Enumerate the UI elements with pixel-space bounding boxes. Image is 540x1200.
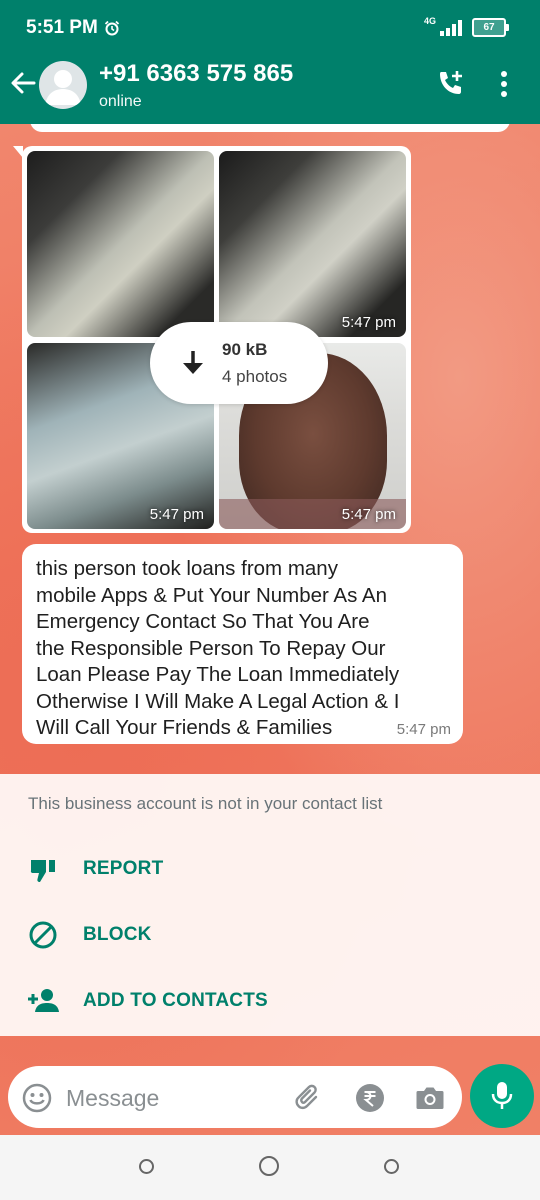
more-options-icon[interactable] — [500, 70, 508, 98]
contact-name[interactable]: +91 6363 575 865 — [99, 60, 293, 88]
thumbs-down-icon — [30, 860, 55, 882]
chat-area[interactable]: 5:47 pm 5:47 pm 5:47 pm 90 kB 4 photos t… — [0, 124, 540, 1135]
download-icon — [183, 351, 203, 374]
microphone-icon — [491, 1082, 513, 1109]
status-bar-indicators: 4G 67 — [423, 15, 509, 37]
previous-message-bubble — [30, 124, 510, 132]
block-label: BLOCK — [83, 924, 152, 945]
battery-icon: 67 — [472, 18, 509, 37]
photo-time: 5:47 pm — [341, 506, 396, 523]
recent-apps-button[interactable] — [139, 1159, 154, 1174]
clock-text: 5:51 PM — [26, 17, 98, 38]
block-button[interactable]: BLOCK — [0, 910, 540, 960]
contact-status: online — [99, 93, 142, 110]
photo-count: 4 photos — [222, 367, 288, 386]
text-message[interactable]: this person took loans from many mobile … — [22, 544, 463, 744]
payment-icon[interactable] — [355, 1083, 385, 1113]
add-call-icon[interactable] — [436, 68, 466, 98]
photo-time: 5:47 pm — [149, 506, 204, 523]
emoji-icon[interactable] — [22, 1083, 52, 1113]
voice-message-button[interactable] — [470, 1064, 534, 1128]
message-composer[interactable]: Message — [8, 1066, 462, 1128]
status-bar-time: 5:51 PM — [26, 17, 120, 39]
battery-level: 67 — [483, 22, 495, 33]
app-header: 5:51 PM 4G 67 +91 6363 575 865 online — [0, 0, 540, 124]
system-nav-bar — [0, 1135, 540, 1200]
download-button[interactable]: 90 kB 4 photos — [150, 322, 328, 404]
attachment-icon[interactable] — [294, 1083, 324, 1113]
business-notice-card: This business account is not in your con… — [0, 774, 540, 1036]
back-arrow-icon[interactable] — [10, 70, 36, 96]
system-back-button[interactable] — [384, 1159, 399, 1174]
contact-avatar[interactable] — [39, 61, 87, 109]
message-input[interactable]: Message — [66, 1085, 159, 1112]
photo-thumbnail[interactable] — [27, 151, 214, 337]
message-time: 5:47 pm — [396, 721, 451, 738]
default-avatar-icon — [45, 70, 81, 105]
block-icon — [29, 921, 57, 949]
photo-time: 5:47 pm — [341, 314, 396, 331]
network-type: 4G — [423, 15, 436, 26]
camera-icon[interactable] — [415, 1084, 445, 1112]
add-person-icon — [28, 989, 59, 1012]
add-to-contacts-label: ADD TO CONTACTS — [83, 990, 268, 1011]
add-to-contacts-button[interactable]: ADD TO CONTACTS — [0, 976, 540, 1026]
report-button[interactable]: REPORT — [0, 844, 540, 894]
photo-thumbnail[interactable]: 5:47 pm — [219, 151, 406, 337]
download-size: 90 kB — [222, 340, 268, 359]
photo-album-message[interactable]: 5:47 pm 5:47 pm 5:47 pm 90 kB 4 photos — [13, 146, 411, 533]
report-label: REPORT — [83, 858, 164, 879]
business-notice-text: This business account is not in your con… — [28, 794, 383, 813]
signal-icon — [440, 19, 462, 36]
alarm-icon — [104, 20, 119, 36]
message-text: this person took loans from many mobile … — [36, 557, 400, 739]
home-button[interactable] — [259, 1156, 279, 1176]
